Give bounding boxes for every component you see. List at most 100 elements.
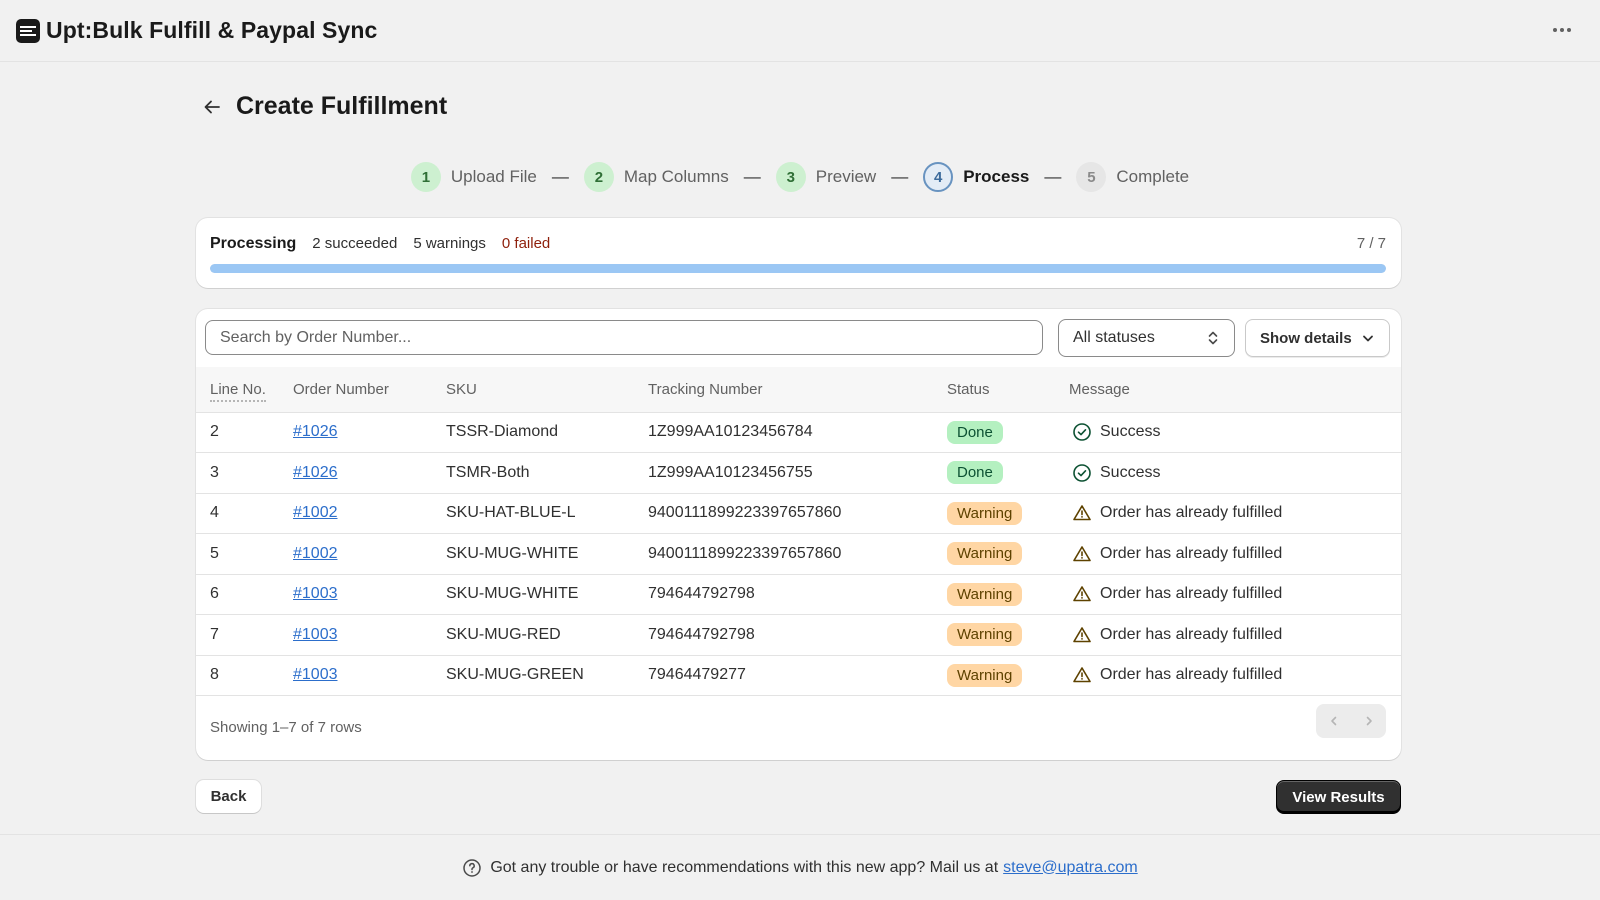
- cell-order: #1002: [293, 534, 446, 575]
- back-button[interactable]: Back: [196, 780, 261, 813]
- back-arrow-icon[interactable]: [200, 95, 224, 119]
- warning-triangle-icon: [1073, 667, 1091, 683]
- chevron-left-icon: [1330, 716, 1336, 726]
- cell-message: Success: [1069, 453, 1401, 494]
- table-row: 4 #1002 SKU-HAT-BLUE-L 94001118992233976578…: [196, 493, 1401, 534]
- cell-tracking: 1Z999AA10123456755: [648, 463, 813, 481]
- table-row: 2 #1026 TSSR-Diamond 1Z999AA10123456784 Done…: [196, 412, 1401, 453]
- search-input[interactable]: [205, 320, 1043, 355]
- table-row: 8 #1003 SKU-MUG-GREEN 79464479277 Warning Ord…: [196, 655, 1401, 696]
- warning-triangle-icon: [1073, 545, 1091, 562]
- status-badge: Warning: [947, 582, 1023, 606]
- cell-status: Warning: [947, 615, 1069, 656]
- footer-text: Got any trouble or have recommendations …: [490, 858, 999, 876]
- previous-page-button[interactable]: [1316, 704, 1351, 738]
- message-text: Order has already fulfilled: [1100, 544, 1283, 562]
- show-details-button[interactable]: Show details: [1245, 319, 1390, 357]
- message-text: Order has already fulfilled: [1100, 625, 1283, 643]
- cell-line: 6: [210, 585, 219, 603]
- progress-bar-fill: [210, 264, 1386, 273]
- order-link[interactable]: #1026: [293, 423, 338, 440]
- cell-message: Success: [1069, 412, 1401, 453]
- step-number: 5: [1076, 162, 1107, 192]
- order-link[interactable]: #1026: [293, 464, 338, 481]
- page-title-row: Create Fulfillment: [200, 92, 447, 121]
- warning-triangle-icon: [1073, 626, 1091, 643]
- step-upload-file: 1 Upload File: [410, 162, 537, 192]
- results-table: Line No. Order Number SKU Tracking Numbe…: [196, 367, 1401, 696]
- step-complete: 5 Complete: [1076, 162, 1189, 192]
- check-circle-icon: [1073, 423, 1091, 442]
- page-footer: Got any trouble or have recommendations …: [0, 834, 1600, 900]
- status-filter-value: All statuses: [1073, 329, 1155, 346]
- cell-tracking: 794644792798: [648, 585, 755, 603]
- step-label: Preview: [815, 167, 877, 186]
- progress-title: Processing: [210, 235, 297, 252]
- cell-line: 8: [210, 666, 219, 684]
- column-header-line[interactable]: Line No.: [196, 367, 293, 413]
- cell-order: #1002: [293, 493, 446, 534]
- next-page-button[interactable]: [1351, 704, 1386, 738]
- step-label: Complete: [1116, 167, 1190, 186]
- view-results-button[interactable]: View Results: [1276, 780, 1401, 814]
- status-badge: Warning: [947, 623, 1023, 647]
- cell-line: 2: [210, 423, 219, 441]
- step-number: 2: [583, 162, 614, 192]
- column-header-sku: SKU: [446, 367, 648, 413]
- cell-message: Order has already fulfilled: [1069, 655, 1401, 696]
- stepper: 1 Upload File — 2 Map Columns — 3 Preview — 4 Proc…: [0, 160, 1600, 194]
- cell-line: 4: [210, 504, 219, 522]
- succeeded-count: 2 succeeded: [312, 235, 398, 252]
- warnings-count: 5 warnings: [413, 235, 486, 252]
- message-text: Success: [1100, 463, 1161, 481]
- pagination-summary: Showing 1–7 of 7 rows: [210, 719, 362, 736]
- message-text: Success: [1100, 423, 1161, 441]
- column-header-order: Order Number: [293, 367, 446, 413]
- cell-order: #1026: [293, 453, 446, 494]
- failed-count: 0 failed: [501, 235, 551, 252]
- step-preview: 3 Preview: [775, 162, 877, 192]
- cell-status: Done: [947, 453, 1069, 494]
- order-link[interactable]: #1002: [293, 504, 338, 521]
- select-arrows-icon: [1208, 331, 1218, 345]
- cell-tracking: 9400111899223397657860: [648, 504, 842, 522]
- order-link[interactable]: #1003: [293, 626, 338, 643]
- cell-sku: SKU-HAT-BLUE-L: [446, 504, 576, 522]
- cell-status: Done: [947, 412, 1069, 453]
- order-link[interactable]: #1003: [293, 666, 338, 683]
- cell-tracking: 1Z999AA10123456784: [648, 423, 813, 441]
- status-filter-select[interactable]: All statuses: [1058, 319, 1235, 357]
- progress-count: 7 / 7: [1356, 235, 1386, 252]
- step-separator: —: [891, 167, 909, 186]
- cell-line: 5: [210, 544, 219, 562]
- column-header-status: Status: [947, 367, 1069, 413]
- cell-message: Order has already fulfilled: [1069, 493, 1401, 534]
- dot-icon: [1567, 28, 1571, 32]
- step-separator: —: [743, 167, 761, 186]
- app-title: Upt:Bulk Fulfill & Paypal Sync: [46, 17, 378, 43]
- cell-line: 3: [210, 463, 219, 481]
- show-details-label: Show details: [1260, 329, 1352, 347]
- cell-tracking: 794644792798: [648, 625, 755, 643]
- table-row: 6 #1003 SKU-MUG-WHITE 794644792798 Warning Or…: [196, 574, 1401, 615]
- results-table-card: All statuses Show details Line No. Order…: [196, 309, 1401, 760]
- cell-message: Order has already fulfilled: [1069, 615, 1401, 656]
- dot-icon: [1560, 28, 1564, 32]
- cell-message: Order has already fulfilled: [1069, 574, 1401, 615]
- status-badge: Warning: [947, 542, 1023, 566]
- step-separator: —: [1044, 167, 1062, 186]
- pagination: [1316, 704, 1386, 738]
- table-row: 5 #1002 SKU-MUG-WHITE 940011189922339765786…: [196, 534, 1401, 575]
- more-actions-button[interactable]: [1548, 18, 1576, 42]
- app-logo-icon: [16, 18, 40, 43]
- status-badge: Done: [947, 461, 1003, 485]
- support-email-link[interactable]: steve@upatra.com: [1003, 859, 1138, 877]
- order-link[interactable]: #1003: [293, 585, 338, 602]
- chevron-down-icon: [1363, 335, 1373, 342]
- step-number: 3: [775, 162, 806, 192]
- cell-order: #1026: [293, 412, 446, 453]
- step-number: 4: [923, 162, 954, 192]
- cell-sku: SKU-MUG-GREEN: [446, 666, 584, 684]
- cell-sku: SKU-MUG-WHITE: [446, 585, 579, 603]
- order-link[interactable]: #1002: [293, 545, 338, 562]
